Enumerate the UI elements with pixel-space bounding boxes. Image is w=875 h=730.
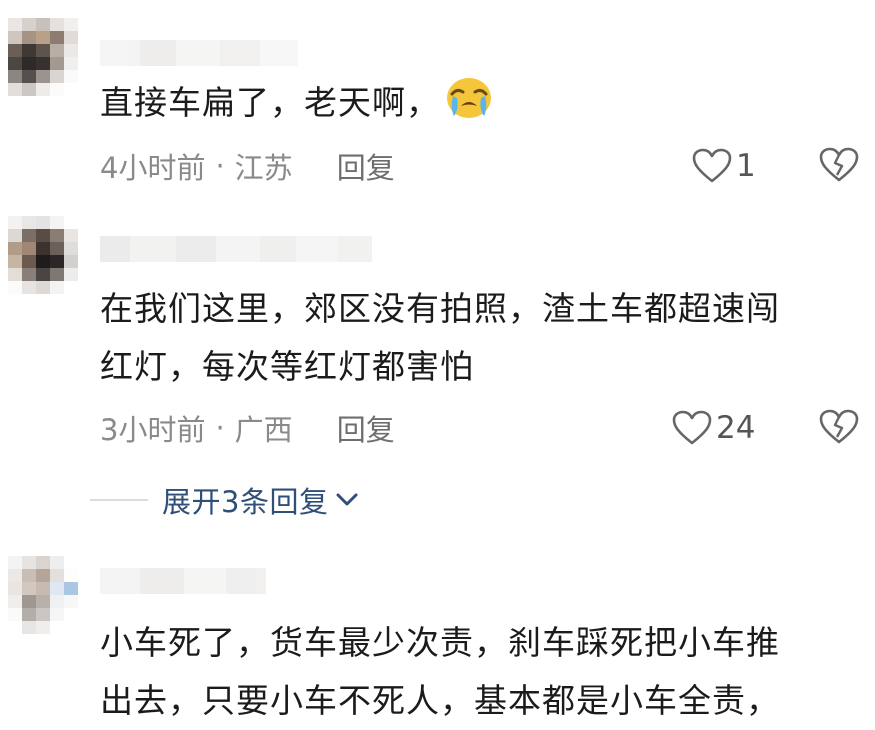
location: 江苏	[234, 151, 293, 185]
expand-replies-label: 展开3条回复	[162, 485, 329, 519]
heart-icon	[692, 148, 732, 183]
avatar[interactable]	[8, 216, 78, 294]
username-blurred[interactable]	[100, 236, 372, 262]
timestamp: 4小时前	[100, 151, 206, 185]
chevron-down-icon	[336, 493, 358, 506]
comment-meta: 4小时前 · 江苏 回复	[100, 146, 395, 186]
broken-heart-icon	[819, 409, 859, 444]
like-count: 24	[716, 410, 756, 446]
heart-icon	[672, 410, 712, 445]
divider	[90, 499, 148, 501]
avatar[interactable]	[8, 18, 78, 96]
reply-button[interactable]: 回复	[337, 407, 395, 449]
username-blurred[interactable]	[100, 568, 266, 594]
location: 广西	[234, 413, 293, 447]
dislike-button[interactable]	[818, 408, 860, 448]
expand-replies-button[interactable]: 展开3条回复	[90, 478, 358, 522]
comment-text: 在我们这里，郊区没有拍照，渣土车都超速闯 红灯，每次等红灯都害怕	[100, 289, 780, 386]
like-count: 1	[736, 148, 756, 184]
like-button[interactable]: 1	[692, 146, 756, 186]
like-button[interactable]: 24	[672, 408, 755, 448]
comment-text: 直接车扁了，老天啊，	[100, 74, 870, 138]
comment-meta: 3小时前 · 广西 回复	[100, 408, 395, 448]
reply-button[interactable]: 回复	[337, 145, 395, 187]
separator: ·	[215, 411, 225, 445]
comment-text: 小车死了，货车最少次责，刹车踩死把小车推 出去，只要小车不死人，基本都是小车全责…	[100, 623, 780, 720]
avatar[interactable]	[8, 556, 78, 634]
timestamp: 3小时前	[100, 413, 206, 447]
broken-heart-icon	[819, 147, 859, 182]
dislike-button[interactable]	[818, 146, 860, 186]
crying-face-icon	[444, 74, 494, 138]
username-blurred[interactable]	[100, 40, 298, 66]
separator: ·	[215, 149, 225, 183]
